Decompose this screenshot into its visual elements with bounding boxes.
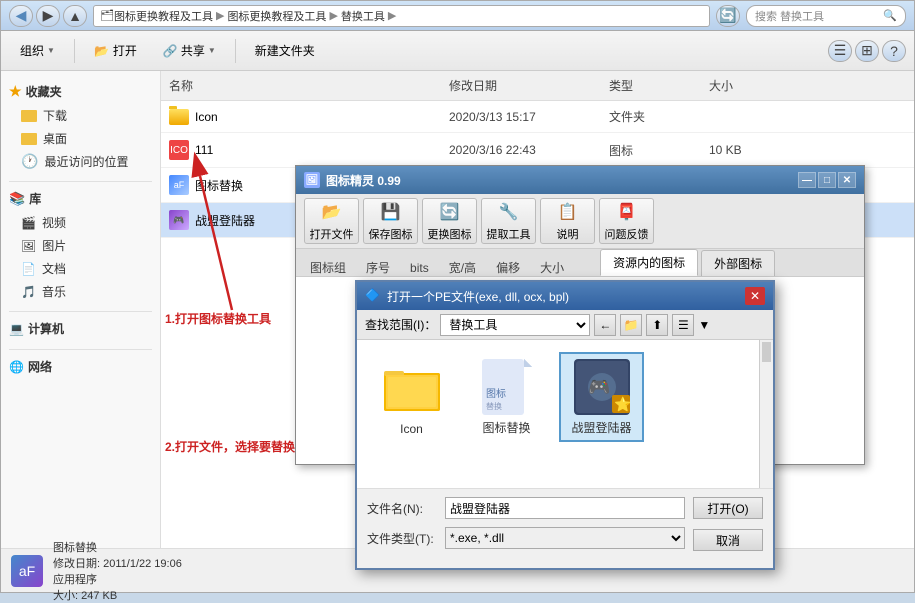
share-button[interactable]: 🔗 共享 ▼ xyxy=(152,36,227,66)
col-header-size[interactable]: 大小 xyxy=(701,74,781,97)
address-bar[interactable]: 🗂 图标更换教程及工具 ▶ 图标更换教程及工具 ▶ 替换工具 ▶ xyxy=(93,5,710,27)
title-bar: ◀ ▶ ▲ 🗂 图标更换教程及工具 ▶ 图标更换教程及工具 ▶ 替换工具 ▶ 🔄… xyxy=(1,1,914,31)
status-filename: 图标替换 xyxy=(53,539,182,555)
search-icon: 🔍 xyxy=(883,9,897,22)
address-part2: 图标更换教程及工具 xyxy=(227,8,326,24)
file-list-header: 名称 修改日期 类型 大小 xyxy=(161,71,914,101)
computer-section: 💻 计算机 xyxy=(1,316,160,341)
star-icon: ★ xyxy=(9,83,22,100)
table-row[interactable]: Icon 2020/3/13 15:17 文件夹 xyxy=(161,101,914,133)
pictures-icon: 🖼 xyxy=(21,239,36,253)
organize-button[interactable]: 组织 ▼ xyxy=(9,36,66,66)
status-type: 应用程序 xyxy=(53,571,182,587)
status-bar: aF 图标替换 修改日期: 2011/1/22 19:06 应用程序 大小: 2… xyxy=(1,548,914,592)
title-bar-left: ◀ ▶ ▲ 🗂 图标更换教程及工具 ▶ 图标更换教程及工具 ▶ 替换工具 ▶ 🔄… xyxy=(9,5,906,27)
sidebar-item-desktop[interactable]: 桌面 xyxy=(1,127,160,150)
library-icon: 📚 xyxy=(9,191,25,207)
view-controls: ☰ ⊞ ? xyxy=(828,40,906,62)
status-file-icon: aF xyxy=(11,555,43,587)
sidebar-item-music[interactable]: 🎵 音乐 xyxy=(1,280,160,303)
sidebar-div3 xyxy=(9,349,152,350)
main-content: ★ 收藏夹 下载 桌面 🕐 最近访问的位置 📚 xyxy=(1,71,914,548)
search-bar[interactable]: 搜索 替换工具 🔍 xyxy=(746,5,906,27)
recent-icon: 🕐 xyxy=(21,153,38,170)
organize-dropdown-arrow: ▼ xyxy=(47,46,55,55)
sidebar-item-documents[interactable]: 📄 文档 xyxy=(1,257,160,280)
status-size: 大小: 247 KB xyxy=(53,587,182,603)
documents-icon: 📄 xyxy=(21,262,36,276)
forward-button[interactable]: ▶ xyxy=(36,5,60,27)
address-icon: 🗂 xyxy=(100,9,114,22)
status-modify: 修改日期: 2011/1/22 19:06 xyxy=(53,555,182,571)
favorites-section: ★ 收藏夹 下载 桌面 🕐 最近访问的位置 xyxy=(1,79,160,173)
view-tiles-btn[interactable]: ⊞ xyxy=(855,40,879,62)
open-icon: 📂 xyxy=(94,44,109,58)
help-btn[interactable]: ? xyxy=(882,40,906,62)
file-list: 名称 修改日期 类型 大小 Icon 2020/3/13 15:17 文件夹 I… xyxy=(161,71,914,548)
file-icon-111: ICO xyxy=(169,140,189,160)
toolbar-sep2 xyxy=(235,39,236,63)
view-details-btn[interactable]: ☰ xyxy=(828,40,852,62)
sidebar-item-download[interactable]: 下载 xyxy=(1,104,160,127)
open-button[interactable]: 📂 打开 xyxy=(83,36,148,66)
col-header-date[interactable]: 修改日期 xyxy=(441,74,601,97)
share-icon: 🔗 xyxy=(163,44,178,58)
new-folder-button[interactable]: 新建文件夹 xyxy=(244,36,326,66)
toolbar-sep1 xyxy=(74,39,75,63)
file-icon-game: 🎮 xyxy=(169,210,189,230)
search-placeholder: 搜索 替换工具 xyxy=(755,8,824,24)
video-icon: 🎬 xyxy=(21,216,36,230)
refresh-button[interactable]: 🔄 xyxy=(716,5,740,27)
sidebar-div2 xyxy=(9,311,152,312)
sidebar: ★ 收藏夹 下载 桌面 🕐 最近访问的位置 📚 xyxy=(1,71,161,548)
table-row[interactable]: ICO 111 2020/3/16 22:43 图标 10 KB xyxy=(161,133,914,168)
col-header-type[interactable]: 类型 xyxy=(601,74,701,97)
library-section: 📚 库 🎬 视频 🖼 图片 📄 文档 🎵 音乐 xyxy=(1,186,160,303)
up-button[interactable]: ▲ xyxy=(63,5,87,27)
favorites-header: ★ 收藏夹 xyxy=(1,79,160,104)
sidebar-div1 xyxy=(9,181,152,182)
desktop-folder-icon xyxy=(21,133,37,145)
computer-icon: 💻 xyxy=(9,322,24,336)
library-header: 📚 库 xyxy=(1,186,160,211)
network-section: 🌐 网络 xyxy=(1,354,160,379)
share-dropdown-arrow: ▼ xyxy=(208,46,216,55)
music-icon: 🎵 xyxy=(21,285,36,299)
toolbar: 组织 ▼ 📂 打开 🔗 共享 ▼ 新建文件夹 ☰ ⊞ ? xyxy=(1,31,914,71)
network-header[interactable]: 🌐 网络 xyxy=(1,354,160,379)
col-header-name[interactable]: 名称 xyxy=(161,74,441,97)
network-icon: 🌐 xyxy=(9,360,24,374)
sidebar-item-video[interactable]: 🎬 视频 xyxy=(1,211,160,234)
table-row[interactable]: 🎮 战盟登陆器 xyxy=(161,203,914,238)
sidebar-item-pictures[interactable]: 🖼 图片 xyxy=(1,234,160,257)
nav-buttons: ◀ ▶ ▲ xyxy=(9,5,87,27)
back-button[interactable]: ◀ xyxy=(9,5,33,27)
folder-icon xyxy=(169,109,189,125)
computer-header[interactable]: 💻 计算机 xyxy=(1,316,160,341)
address-part1: 图标更换教程及工具 xyxy=(114,8,213,24)
download-folder-icon xyxy=(21,110,37,122)
sidebar-item-recent[interactable]: 🕐 最近访问的位置 xyxy=(1,150,160,173)
file-icon-replace: aF xyxy=(169,175,189,195)
table-row[interactable]: aF 图标替换 xyxy=(161,168,914,203)
main-window: ◀ ▶ ▲ 🗂 图标更换教程及工具 ▶ 图标更换教程及工具 ▶ 替换工具 ▶ 🔄… xyxy=(0,0,915,593)
address-part3: 替换工具 xyxy=(341,8,385,24)
